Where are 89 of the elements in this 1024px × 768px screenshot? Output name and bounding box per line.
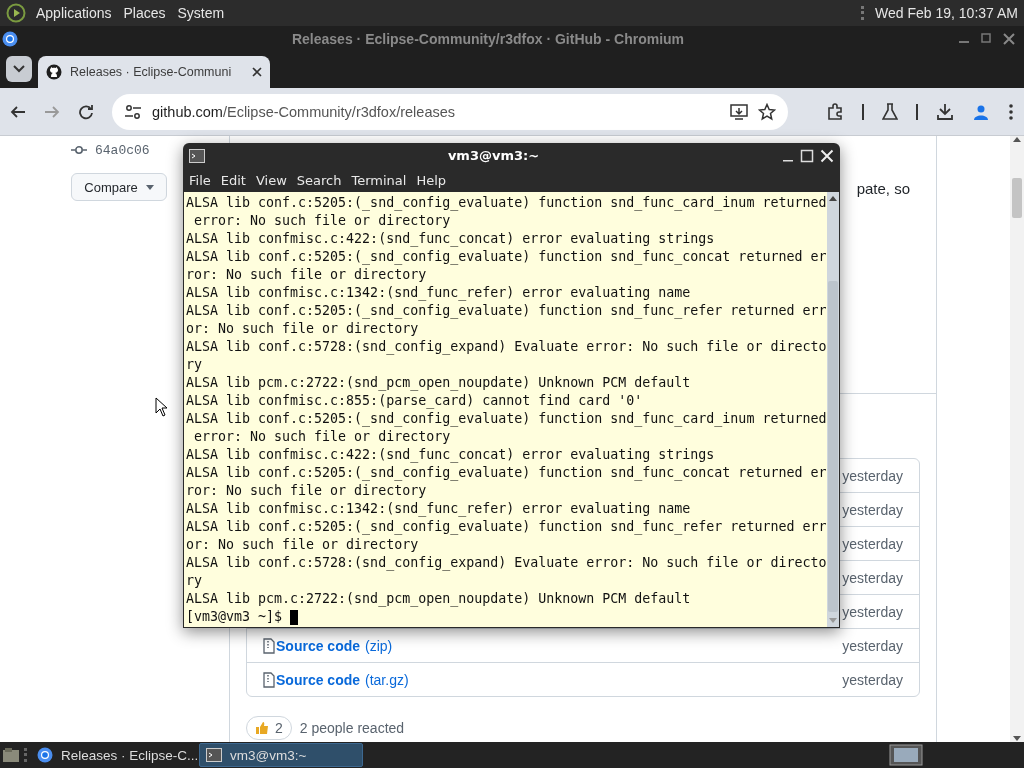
asset-date: yesterday xyxy=(842,671,903,688)
commit-icon xyxy=(71,145,87,155)
release-notes-text: pate, so xyxy=(856,180,910,197)
terminal-line: ALSA lib pcm.c:2722:(snd_pcm_open_noupdate) Unknown PCM default xyxy=(186,591,691,606)
asset-date: yesterday xyxy=(842,637,903,654)
bookmark-star-icon[interactable] xyxy=(758,102,776,121)
terminal-line: ALSA lib conf.c:5728:(snd_config_expand) Evaluate error: No such file or directo xyxy=(186,555,827,570)
scroll-up-icon[interactable] xyxy=(829,195,837,201)
taskbar-button[interactable]: Releases · Eclipse-C... xyxy=(31,743,195,767)
browser-tab[interactable]: Releases · Eclipse-Communi xyxy=(38,56,270,88)
reload-icon[interactable] xyxy=(78,103,94,120)
puzzle-icon[interactable] xyxy=(826,102,844,121)
terminal-line: or: No such file or directory xyxy=(186,321,419,336)
taskbar-button[interactable]: vm3@vm3:~ xyxy=(199,743,363,767)
commit-link[interactable]: 64a0c06 xyxy=(95,142,150,158)
terminal-line: ror: No such file or directory xyxy=(186,267,427,282)
asset-date: yesterday xyxy=(842,603,903,620)
menu-item[interactable]: View xyxy=(255,172,287,188)
tab-title: Releases · Eclipse-Communi xyxy=(70,65,233,79)
terminal-line: ALSA lib conf.c:5205:(_snd_config_evaluate) function snd_func_refer returned err xyxy=(186,303,827,318)
asset-date: yesterday xyxy=(842,569,903,586)
asset-link[interactable]: Source code xyxy=(276,637,361,654)
file-manager-icon[interactable] xyxy=(2,747,20,763)
scroll-thumb[interactable] xyxy=(828,281,838,612)
asset-link[interactable]: Source code xyxy=(276,671,361,688)
menu-item[interactable]: Help xyxy=(416,172,447,188)
thumbs-up-icon xyxy=(255,721,269,735)
terminal-line: ALSA lib conf.c:5728:(snd_config_expand) Evaluate error: No such file or directo xyxy=(186,339,827,354)
terminal-line: ALSA lib conf.c:5205:(_snd_config_evaluate) function snd_func_concat returned er xyxy=(186,465,827,480)
chevron-down-icon xyxy=(13,65,25,73)
close-icon[interactable] xyxy=(252,67,262,77)
menu-item[interactable]: Terminal xyxy=(351,172,407,188)
terminal-line: ALSA lib pcm.c:2722:(snd_pcm_open_noupdate) Unknown PCM default xyxy=(186,375,691,390)
panel-clock[interactable]: Wed Feb 19, 10:37 AM xyxy=(875,5,1018,21)
download-icon[interactable] xyxy=(936,102,954,121)
site-info-icon[interactable] xyxy=(124,103,142,120)
scroll-thumb[interactable] xyxy=(1012,178,1022,218)
scrollbar[interactable] xyxy=(1010,136,1024,742)
text-cursor xyxy=(290,609,299,625)
panel-menu[interactable]: System xyxy=(175,3,227,23)
terminal-line: ALSA lib conf.c:5205:(_snd_config_evaluate) function snd_func_card_inum returned xyxy=(186,411,827,426)
reactions-summary: 2 people reacted xyxy=(299,720,405,736)
terminal-line: ALSA lib confmisc.c:1342:(snd_func_refer) error evaluating name xyxy=(186,501,691,516)
logo-icon xyxy=(6,3,26,23)
menu-item[interactable]: File xyxy=(189,172,211,188)
favicon-icon xyxy=(46,64,62,80)
compare-button[interactable]: Compare xyxy=(71,173,167,201)
url-text: github.com/Eclipse-Community/r3dfox/releases xyxy=(152,103,457,120)
file-zip-icon xyxy=(263,671,275,688)
caret-icon xyxy=(145,184,154,190)
terminal-line: ALSA lib conf.c:5205:(_snd_config_evaluate) function snd_func_concat returned er xyxy=(186,249,827,264)
terminal-line: ALSA lib conf.c:5205:(_snd_config_evaluate) function snd_func_card_inum returned xyxy=(186,195,827,210)
terminal-line: error: No such file or directory xyxy=(193,429,451,444)
terminal-line: ALSA lib conf.c:5205:(_snd_config_evaluate) function snd_func_refer returned err xyxy=(186,519,827,534)
window-title: vm3@vm3:~ xyxy=(446,148,541,163)
asset-format: (tar.gz) xyxy=(365,671,409,688)
chromium-logo-icon xyxy=(2,31,18,47)
install-app-icon[interactable] xyxy=(730,103,748,120)
asset-date: yesterday xyxy=(842,467,903,484)
asset-date: yesterday xyxy=(842,501,903,518)
tab-search-button[interactable] xyxy=(6,56,32,82)
terminal-icon xyxy=(189,148,205,163)
terminal-line: ry xyxy=(186,357,202,372)
asset-date: yesterday xyxy=(842,535,903,552)
flask-icon[interactable] xyxy=(882,102,898,121)
menu-item[interactable]: Search xyxy=(296,172,342,188)
window-title: Releases · Eclipse-Community/r3dfox · GitHub - Chromium xyxy=(290,31,686,47)
show-desktop-icon[interactable] xyxy=(889,744,923,766)
back-arrow-icon[interactable] xyxy=(10,103,26,120)
scrollbar[interactable] xyxy=(827,192,839,627)
terminal-line: ALSA lib confmisc.c:422:(snd_func_concat) error evaluating strings xyxy=(186,231,715,246)
terminal-line: or: No such file or directory xyxy=(186,537,419,552)
chromium-logo-icon xyxy=(37,747,53,763)
terminal-line: ry xyxy=(186,573,202,588)
mouse-pointer-icon xyxy=(155,397,169,417)
asset-format: (zip) xyxy=(365,637,393,654)
terminal-line: ALSA lib confmisc.c:422:(snd_func_concat) error evaluating strings xyxy=(186,447,715,462)
terminal-line: ALSA lib confmisc.c:1342:(snd_func_refer) error evaluating name xyxy=(186,285,691,300)
file-zip-icon xyxy=(263,637,275,654)
terminal-line: ror: No such file or directory xyxy=(186,483,427,498)
panel-menu[interactable]: Places xyxy=(121,3,168,23)
shell-prompt: [vm3@vm3 ~]$ xyxy=(186,608,283,626)
terminal-icon xyxy=(206,748,222,762)
menu-item[interactable]: Edit xyxy=(220,172,246,188)
terminal-line: error: No such file or directory xyxy=(193,213,451,228)
menu-icon[interactable] xyxy=(1008,102,1014,121)
terminal-line: ALSA lib confmisc.c:855:(parse_card) cannot find card '0' xyxy=(186,393,643,408)
address-bar[interactable]: github.com/Eclipse-Community/r3dfox/releases xyxy=(112,93,788,130)
panel-menu[interactable]: Applications xyxy=(34,3,114,23)
